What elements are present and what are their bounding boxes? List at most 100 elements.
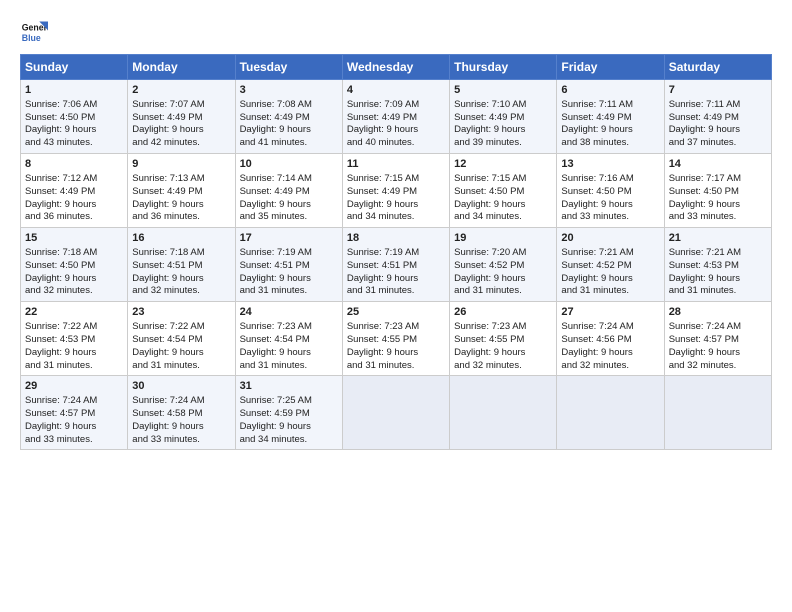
calendar-cell: 21Sunrise: 7:21 AMSunset: 4:53 PMDayligh…	[664, 228, 771, 302]
day-info-line: Daylight: 9 hours	[132, 273, 230, 286]
calendar-cell: 16Sunrise: 7:18 AMSunset: 4:51 PMDayligh…	[128, 228, 235, 302]
day-info-line: Daylight: 9 hours	[454, 199, 552, 212]
calendar-cell: 7Sunrise: 7:11 AMSunset: 4:49 PMDaylight…	[664, 80, 771, 154]
day-info-line: Sunset: 4:50 PM	[561, 186, 659, 199]
day-info-line: and 35 minutes.	[240, 211, 338, 224]
day-info-line: Sunset: 4:52 PM	[454, 260, 552, 273]
day-info-line: Sunrise: 7:15 AM	[347, 173, 445, 186]
day-info-line: Daylight: 9 hours	[347, 199, 445, 212]
svg-text:Blue: Blue	[22, 33, 41, 43]
day-info-line: Sunrise: 7:17 AM	[669, 173, 767, 186]
day-info-line: Sunset: 4:54 PM	[132, 334, 230, 347]
page: General Blue SundayMondayTuesdayWednesda…	[0, 0, 792, 460]
day-info-line: Daylight: 9 hours	[240, 199, 338, 212]
day-info-line: and 34 minutes.	[240, 434, 338, 447]
day-info-line: Daylight: 9 hours	[347, 124, 445, 137]
day-info-line: Sunrise: 7:15 AM	[454, 173, 552, 186]
day-info-line: Sunrise: 7:23 AM	[454, 321, 552, 334]
day-info-line: Daylight: 9 hours	[25, 124, 123, 137]
day-info-line: Sunrise: 7:11 AM	[561, 99, 659, 112]
day-info-line: Daylight: 9 hours	[454, 347, 552, 360]
day-info-line: Daylight: 9 hours	[669, 124, 767, 137]
day-info-line: Sunset: 4:57 PM	[25, 408, 123, 421]
day-info-line: and 33 minutes.	[132, 434, 230, 447]
calendar-cell: 20Sunrise: 7:21 AMSunset: 4:52 PMDayligh…	[557, 228, 664, 302]
day-info-line: Sunset: 4:49 PM	[132, 186, 230, 199]
calendar-cell: 13Sunrise: 7:16 AMSunset: 4:50 PMDayligh…	[557, 154, 664, 228]
day-number: 24	[240, 305, 338, 320]
calendar-cell: 15Sunrise: 7:18 AMSunset: 4:50 PMDayligh…	[21, 228, 128, 302]
day-info-line: Sunrise: 7:23 AM	[347, 321, 445, 334]
day-number: 31	[240, 379, 338, 394]
day-info-line: Sunset: 4:54 PM	[240, 334, 338, 347]
day-info-line: and 33 minutes.	[669, 211, 767, 224]
day-info-line: and 32 minutes.	[669, 360, 767, 373]
day-info-line: Sunset: 4:49 PM	[25, 186, 123, 199]
day-info-line: Daylight: 9 hours	[669, 199, 767, 212]
day-info-line: and 36 minutes.	[132, 211, 230, 224]
day-info-line: and 32 minutes.	[561, 360, 659, 373]
day-info-line: Sunrise: 7:09 AM	[347, 99, 445, 112]
calendar-cell: 27Sunrise: 7:24 AMSunset: 4:56 PMDayligh…	[557, 302, 664, 376]
day-info-line: Sunset: 4:50 PM	[454, 186, 552, 199]
day-info-line: Sunset: 4:49 PM	[454, 112, 552, 125]
day-info-line: and 42 minutes.	[132, 137, 230, 150]
day-info-line: Sunset: 4:51 PM	[240, 260, 338, 273]
day-info-line: Sunrise: 7:24 AM	[669, 321, 767, 334]
day-info-line: Daylight: 9 hours	[25, 421, 123, 434]
day-info-line: Sunset: 4:49 PM	[347, 186, 445, 199]
day-info-line: Daylight: 9 hours	[240, 347, 338, 360]
col-header-sunday: Sunday	[21, 55, 128, 80]
day-info-line: and 31 minutes.	[132, 360, 230, 373]
logo-icon: General Blue	[20, 18, 48, 46]
day-number: 5	[454, 83, 552, 98]
day-info-line: Daylight: 9 hours	[347, 273, 445, 286]
day-number: 20	[561, 231, 659, 246]
day-number: 6	[561, 83, 659, 98]
day-info-line: Sunset: 4:52 PM	[561, 260, 659, 273]
day-number: 16	[132, 231, 230, 246]
day-info-line: Daylight: 9 hours	[25, 273, 123, 286]
calendar-cell: 25Sunrise: 7:23 AMSunset: 4:55 PMDayligh…	[342, 302, 449, 376]
day-number: 17	[240, 231, 338, 246]
day-number: 11	[347, 157, 445, 172]
calendar-cell	[557, 376, 664, 450]
day-number: 23	[132, 305, 230, 320]
calendar-cell: 2Sunrise: 7:07 AMSunset: 4:49 PMDaylight…	[128, 80, 235, 154]
week-row-1: 1Sunrise: 7:06 AMSunset: 4:50 PMDaylight…	[21, 80, 772, 154]
day-info-line: Sunset: 4:51 PM	[132, 260, 230, 273]
day-info-line: Sunrise: 7:24 AM	[132, 395, 230, 408]
day-info-line: Sunrise: 7:10 AM	[454, 99, 552, 112]
day-info-line: Sunset: 4:53 PM	[25, 334, 123, 347]
day-number: 2	[132, 83, 230, 98]
calendar-cell: 30Sunrise: 7:24 AMSunset: 4:58 PMDayligh…	[128, 376, 235, 450]
day-info-line: Sunset: 4:49 PM	[240, 112, 338, 125]
day-number: 29	[25, 379, 123, 394]
day-number: 30	[132, 379, 230, 394]
day-info-line: and 31 minutes.	[240, 360, 338, 373]
day-info-line: Sunrise: 7:06 AM	[25, 99, 123, 112]
day-number: 9	[132, 157, 230, 172]
calendar-cell: 5Sunrise: 7:10 AMSunset: 4:49 PMDaylight…	[450, 80, 557, 154]
week-row-5: 29 Sunrise: 7:24 AM Sunset: 4:57 PMDayligh…	[21, 376, 772, 450]
calendar-cell: 4Sunrise: 7:09 AMSunset: 4:49 PMDaylight…	[342, 80, 449, 154]
col-header-friday: Friday	[557, 55, 664, 80]
calendar-cell: 17Sunrise: 7:19 AMSunset: 4:51 PMDayligh…	[235, 228, 342, 302]
calendar-cell	[450, 376, 557, 450]
day-info-line: and 32 minutes.	[25, 285, 123, 298]
day-info-line: Daylight: 9 hours	[561, 124, 659, 137]
day-info-line: Sunrise: 7:21 AM	[669, 247, 767, 260]
day-info-line: Daylight: 9 hours	[561, 273, 659, 286]
day-info-line: Daylight: 9 hours	[454, 273, 552, 286]
day-info-line: Daylight: 9 hours	[132, 347, 230, 360]
day-info-line: Sunrise: 7:19 AM	[240, 247, 338, 260]
day-info-line: Sunset: 4:49 PM	[347, 112, 445, 125]
calendar-cell: 29Sunrise: 7:24 AMSunset: 4:57 PMDayligh…	[21, 376, 128, 450]
day-info-line: Daylight: 9 hours	[669, 273, 767, 286]
day-info-line: Daylight: 9 hours	[240, 124, 338, 137]
day-number: 26	[454, 305, 552, 320]
day-info-line: Sunrise: 7:13 AM	[132, 173, 230, 186]
day-info-line: Sunset: 4:57 PM	[669, 334, 767, 347]
day-info-line: Sunrise: 7:12 AM	[25, 173, 123, 186]
day-info-line: and 31 minutes.	[669, 285, 767, 298]
